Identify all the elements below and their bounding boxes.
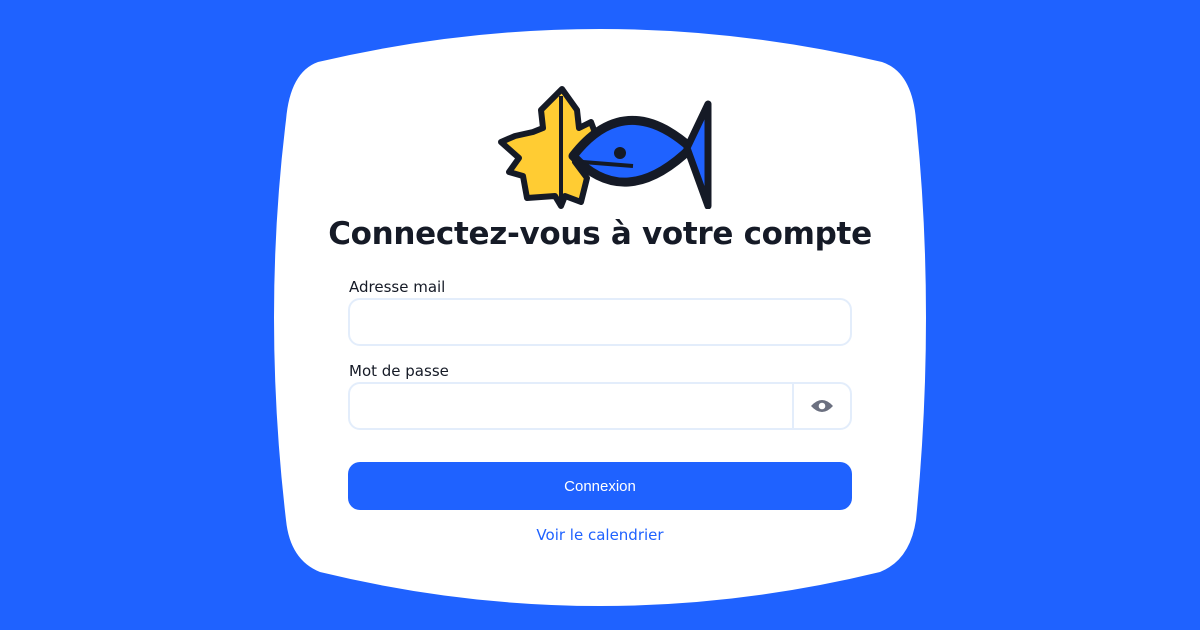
login-button[interactable]: Connexion (348, 462, 852, 510)
toggle-password-visibility-button[interactable] (792, 384, 850, 428)
password-field-wrapper (348, 382, 852, 430)
maple-leaf-fish-logo (498, 86, 712, 209)
password-label: Mot de passe (349, 362, 449, 380)
email-field[interactable] (350, 300, 850, 344)
page-title: Connectez-vous à votre compte (328, 216, 872, 252)
password-field[interactable] (350, 384, 792, 428)
eye-icon (811, 400, 833, 412)
email-label: Adresse mail (349, 278, 446, 296)
email-field-wrapper (348, 298, 852, 346)
view-calendar-link[interactable]: Voir le calendrier (0, 526, 1200, 544)
